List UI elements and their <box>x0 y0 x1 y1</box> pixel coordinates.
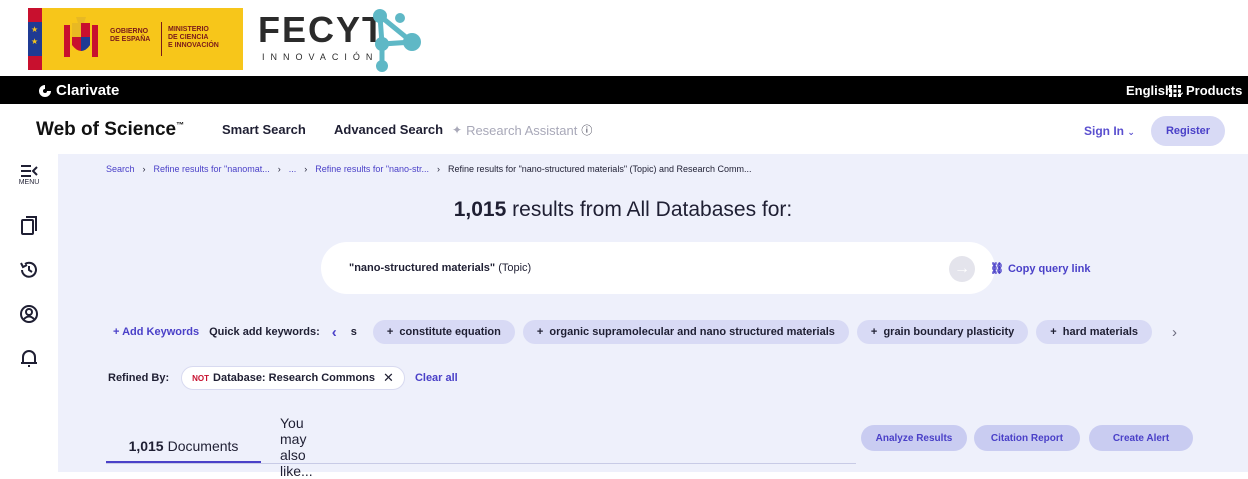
logo-band: ★ ★ GOBIERNO DE ESPAÑA MINISTERIO DE CIE… <box>0 0 1248 76</box>
history-button[interactable] <box>10 260 48 280</box>
history-icon <box>20 261 37 278</box>
copy-query-link[interactable]: ⛓ Copy query link <box>990 262 1091 276</box>
query-text: "nano-structured materials" (Topic) <box>349 262 532 274</box>
sparkle-icon: ✦ <box>452 123 463 137</box>
clarivate-logo[interactable]: Clarivate <box>38 82 119 99</box>
bell-icon <box>21 350 37 367</box>
gobierno-logo: ★ ★ GOBIERNO DE ESPAÑA MINISTERIO DE CIE… <box>28 8 243 70</box>
eu-flag: ★ ★ <box>28 8 42 70</box>
results-count: 1,015 <box>453 198 507 221</box>
info-icon: ⓘ <box>581 125 593 137</box>
link-icon: ⛓ <box>990 263 1004 275</box>
fecyt-subtitle: INNOVACIÓN <box>262 52 379 62</box>
breadcrumb-search[interactable]: Search <box>106 164 135 174</box>
keywords-row: + Add Keywords Quick add keywords: ‹ s +… <box>113 320 1177 344</box>
not-badge: NOT <box>192 373 210 383</box>
breadcrumb-refine-1[interactable]: Refine results for "nanomat... <box>154 164 270 174</box>
results-text: results from All Databases for: <box>512 198 793 221</box>
tab-also-like[interactable]: You may also like... <box>280 415 313 479</box>
tabs-divider <box>106 463 856 464</box>
filter-chip[interactable]: NOT Database: Research Commons ✕ <box>181 366 405 390</box>
query-submit-button[interactable]: → <box>949 256 975 282</box>
filter-text: Database: Research Commons <box>213 372 376 384</box>
breadcrumb: Search › Refine results for "nanomat... › … <box>106 164 752 174</box>
gobierno-text: GOBIERNO DE ESPAÑA <box>110 28 151 43</box>
results-heading: 1,015 results from All Databases for: <box>58 198 1188 222</box>
clarivate-bar: Clarivate English ⌄ Products <box>0 76 1248 104</box>
left-rail: MENU <box>0 154 58 472</box>
advanced-search-link[interactable]: Advanced Search <box>334 122 443 137</box>
clear-all-link[interactable]: Clear all <box>415 372 458 384</box>
chevron-down-icon: ⌄ <box>1127 127 1135 137</box>
keyword-chip[interactable]: + hard materials <box>1036 320 1152 344</box>
keyword-chip[interactable]: + constitute equation <box>372 320 515 344</box>
breadcrumb-refine-2[interactable]: Refine results for "nano-str... <box>315 164 429 174</box>
query-box[interactable]: "nano-structured materials" (Topic) → <box>321 242 995 294</box>
wos-header: Web of Science™ Smart Search Advanced Se… <box>0 104 1248 154</box>
arrow-right-icon: → <box>954 260 970 277</box>
wos-logo[interactable]: Web of Science™ <box>36 119 184 141</box>
tab-documents[interactable]: 1,015 Documents <box>106 430 261 464</box>
breadcrumb-ellipsis[interactable]: ... <box>289 164 297 174</box>
fecyt-wordmark: FECYT <box>258 9 387 50</box>
keyword-partial[interactable]: s <box>351 326 357 338</box>
clipboard-icon <box>21 216 37 235</box>
alerts-button[interactable] <box>10 348 48 368</box>
ministerio-text: MINISTERIO DE CIENCIA E INNOVACIÓN <box>168 26 219 49</box>
quick-add-label: Quick add keywords: <box>209 326 320 338</box>
citation-report-button[interactable]: Citation Report <box>974 425 1080 451</box>
keyword-chip[interactable]: + grain boundary plasticity <box>856 320 1029 344</box>
grid-icon <box>1169 84 1181 97</box>
research-assistant-link[interactable]: ✦ Research Assistant ⓘ <box>452 122 592 138</box>
main-content: Search › Refine results for "nanomat... › … <box>58 154 1248 479</box>
sign-in-button[interactable]: Sign In ⌄ <box>1084 124 1135 138</box>
user-circle-icon <box>20 305 38 323</box>
refined-by-row: Refined By: NOT Database: Research Commo… <box>108 366 458 390</box>
smart-search-link[interactable]: Smart Search <box>222 122 306 137</box>
marked-list-button[interactable] <box>10 216 48 236</box>
profile-button[interactable] <box>10 304 48 324</box>
fecyt-molecule-icon <box>373 9 421 72</box>
refined-by-label: Refined By: <box>108 372 170 384</box>
create-alert-button[interactable]: Create Alert <box>1089 425 1193 451</box>
analyze-results-button[interactable]: Analyze Results <box>861 425 967 451</box>
menu-collapse-icon <box>21 165 38 177</box>
register-button[interactable]: Register <box>1151 116 1225 146</box>
chevron-left-icon[interactable]: ‹ <box>332 324 337 341</box>
add-keywords-button[interactable]: + Add Keywords <box>113 326 199 338</box>
fecyt-logo: FECYT INNOVACIÓN <box>258 4 448 72</box>
menu-button[interactable]: MENU <box>10 164 48 186</box>
chevron-right-icon[interactable]: › <box>1172 324 1177 341</box>
breadcrumb-current: Refine results for "nano-structured mate… <box>448 164 752 174</box>
close-icon[interactable]: ✕ <box>383 370 394 386</box>
keyword-chip[interactable]: + organic supramolecular and nano struct… <box>522 320 849 344</box>
coat-of-arms-icon <box>64 17 98 57</box>
clarivate-icon <box>39 84 51 97</box>
products-menu[interactable]: Products <box>1169 83 1242 98</box>
